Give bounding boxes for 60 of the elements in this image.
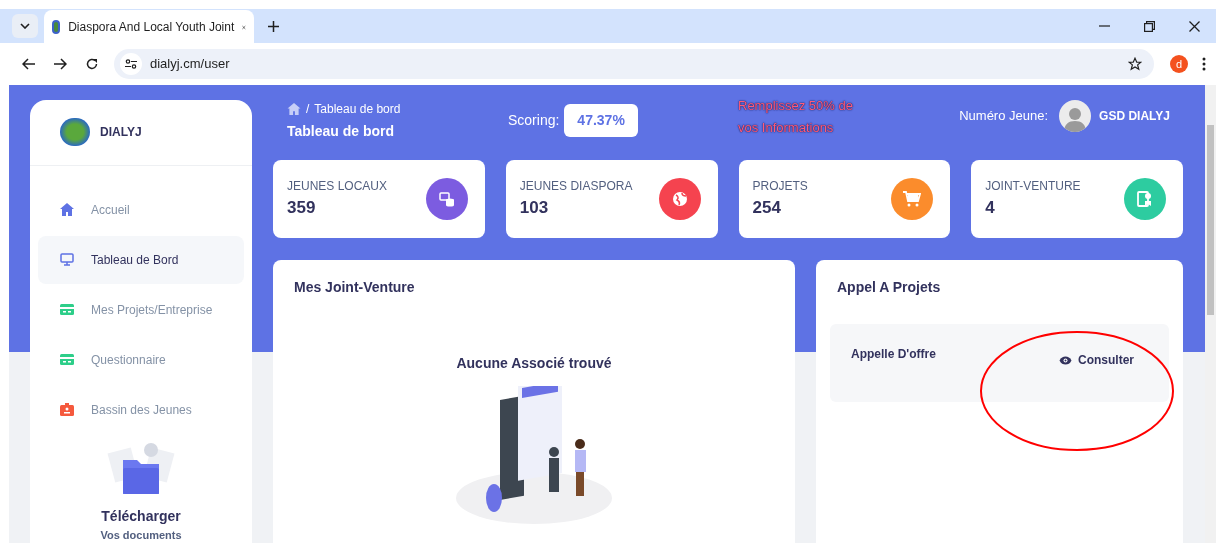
warning-message: Remplissez 50% de vos Informations [738,97,854,137]
globe-icon [671,191,688,207]
stat-label: PROJETS [752,178,808,196]
site-settings-icon[interactable] [120,53,142,75]
download-title: Télécharger [101,506,181,526]
home-icon [60,203,74,216]
card-icon [60,354,74,365]
card-icon [60,304,74,315]
browser-tab[interactable]: Diaspora And Local Youth Joint [44,10,254,44]
stat-value: 4 [985,197,996,220]
stat-label: JOINT-VENTURE [985,178,1081,196]
profile-avatar[interactable]: d [1170,55,1188,73]
reload-icon[interactable] [86,58,98,70]
back-arrow-icon[interactable] [22,58,35,70]
monitor-icon [60,253,74,266]
sidebar-item[interactable]: Tableau de Bord [38,235,244,284]
sidebar-item[interactable]: Mes Projets/Entreprise [38,285,244,334]
address-field[interactable]: dialyj.cm/user [114,49,1154,79]
breadcrumb-separator: / [306,101,310,118]
scoring-value: 47.37% [564,104,638,137]
home-icon[interactable] [287,103,301,115]
brand-name: DIALYJ [100,124,142,142]
forward-arrow-icon[interactable] [54,58,67,70]
stat-value: 359 [287,197,317,220]
user-name: GSD DIALYJ [1099,108,1170,125]
tab-title: Diaspora And Local Youth Joint [68,19,235,36]
site-logo-icon [52,20,61,34]
cart-icon [903,191,922,207]
url-text: dialyj.cm/user [150,55,231,74]
number-label: Numéro Jeune: [959,107,1049,126]
download-subtitle: Vos documents [100,527,182,543]
stat-label: JEUNES DIASPORA [519,178,633,196]
stat-label: JEUNES LOCAUX [287,178,388,196]
eye-icon [1059,355,1072,365]
sidebar-item[interactable]: Questionnaire [38,335,244,384]
star-icon[interactable] [1128,57,1142,71]
restore-icon[interactable] [1144,20,1155,32]
page-title: Tableau de bord [287,122,396,141]
id-badge-icon [60,403,74,416]
chevron-down-icon [20,23,30,29]
new-tab-icon[interactable] [268,20,279,32]
stat-value: 103 [519,197,550,220]
panel-title: Mes Joint-Venture [293,278,416,297]
more-menu-icon[interactable] [1202,57,1206,71]
contact-book-icon [1137,191,1153,207]
sidebar-item[interactable]: Accueil [38,185,244,234]
scrollbar[interactable] [1205,85,1216,543]
brand-logo-icon [60,118,90,147]
avatar-icon [1059,100,1092,132]
database-icon [438,191,455,207]
consult-button[interactable]: Consulter [1059,351,1134,369]
tab-list-button[interactable] [12,14,38,38]
empty-message: Aucune Associé trouvé [456,354,612,373]
call-title: Appelle D'offre [851,346,936,363]
close-icon[interactable] [1189,20,1200,32]
stat-value: 254 [752,197,782,220]
breadcrumb-link[interactable]: Tableau de bord [314,100,401,118]
sidebar-item[interactable]: Bassin des Jeunes [38,385,244,434]
panel-title: Appel A Projets [836,278,942,297]
scoring-label: Scoring: [508,111,560,130]
